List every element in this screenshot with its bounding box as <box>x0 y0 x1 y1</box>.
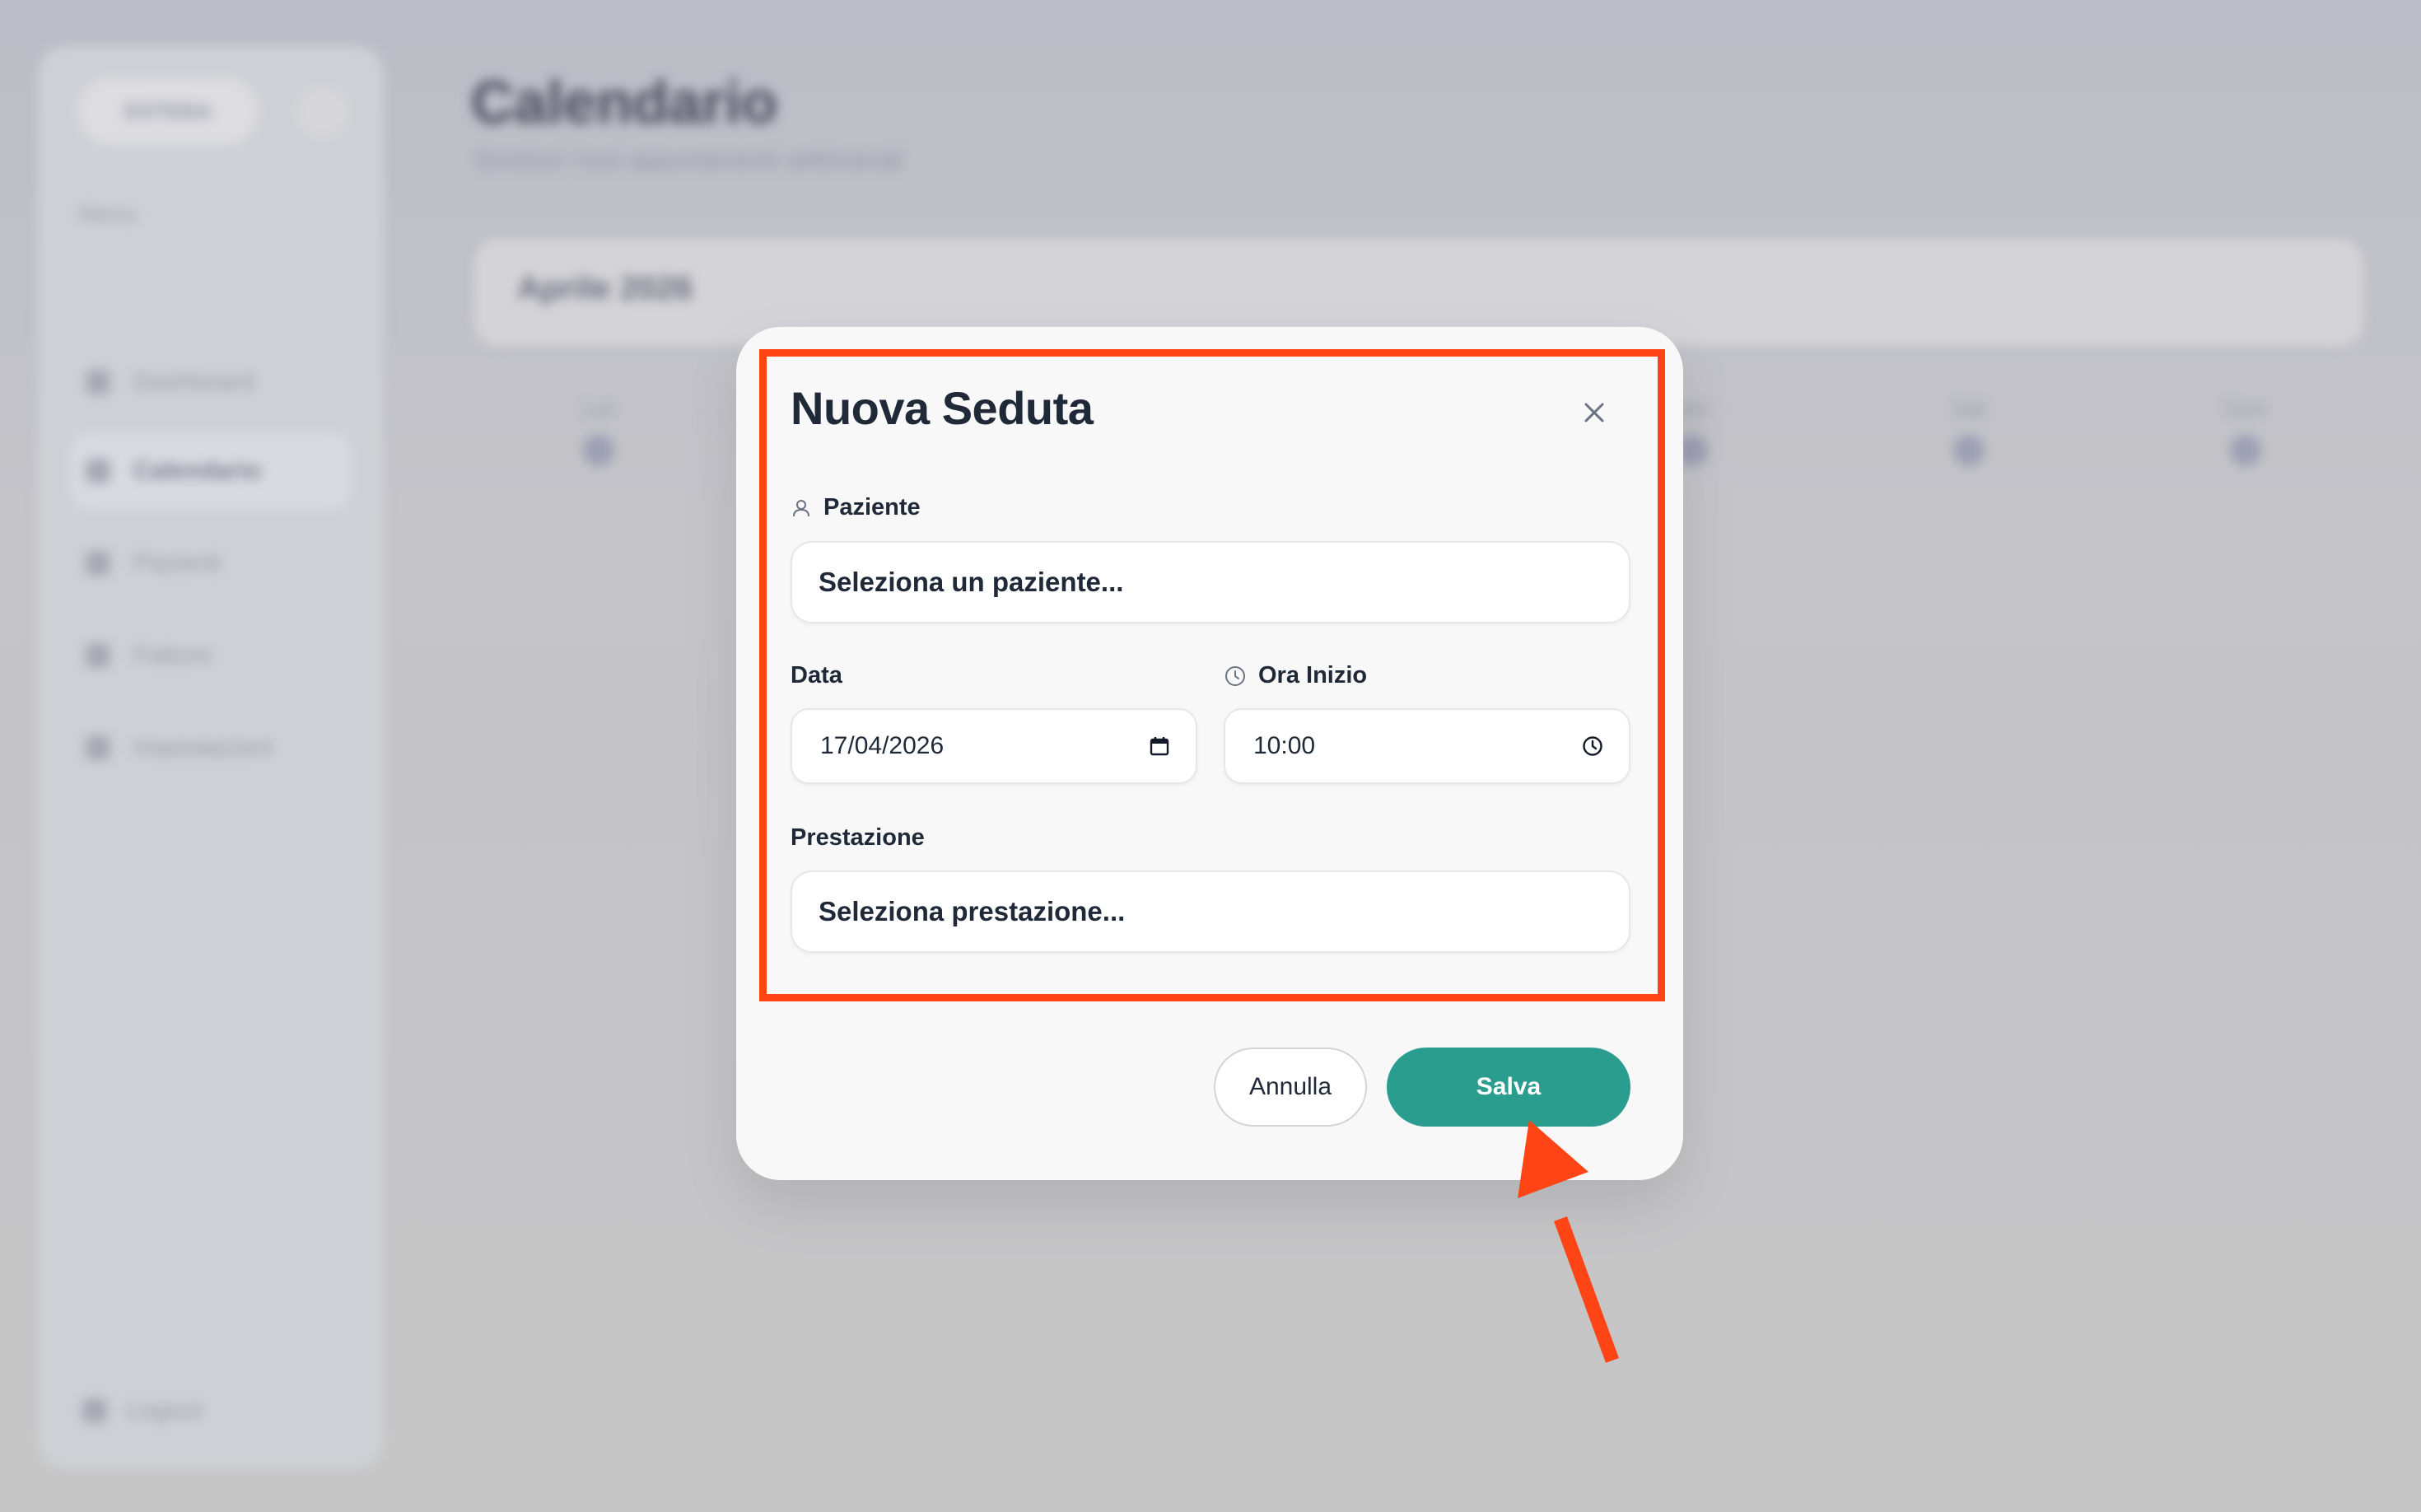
sidebar-item-label: Calendario <box>133 457 262 484</box>
patient-label: Paziente <box>823 494 921 520</box>
sidebar-toggle-button[interactable] <box>296 87 348 138</box>
date-label-row: Data <box>791 662 842 689</box>
page-title: Calendario <box>471 70 778 136</box>
patient-label-row: Paziente <box>791 494 921 521</box>
clock-icon <box>1225 665 1245 686</box>
date-input[interactable]: 17/04/2026 <box>791 708 1197 784</box>
invoice-icon <box>86 643 110 668</box>
time-label-row: Ora Inizio <box>1224 662 1367 689</box>
sidebar-item-impostazioni[interactable]: Impostazioni <box>71 710 351 786</box>
user-icon <box>793 499 809 516</box>
dashboard-icon <box>86 370 110 394</box>
sidebar-item-label: Pazienti <box>133 549 222 576</box>
new-session-dialog: Nuova Seduta Paziente Seleziona un pazie… <box>736 327 1683 1180</box>
logout-label: Logout <box>127 1397 203 1424</box>
save-button[interactable]: Salva <box>1387 1048 1630 1127</box>
users-icon <box>86 551 110 576</box>
date-label: Data <box>791 662 842 688</box>
start-time-input[interactable]: 10:00 <box>1224 708 1630 784</box>
patient-select[interactable]: Seleziona un paziente... <box>791 541 1630 623</box>
service-label: Prestazione <box>791 824 925 851</box>
sidebar-item-fatture[interactable]: Fatture <box>71 618 351 693</box>
app-logo: ESTEBA <box>77 77 259 145</box>
calendar-icon[interactable] <box>1148 735 1171 758</box>
sidebar-item-pazienti[interactable]: Pazienti <box>71 525 351 601</box>
sidebar-item-calendario[interactable]: Calendario <box>71 433 351 509</box>
service-label-row: Prestazione <box>791 824 925 852</box>
time-label: Ora Inizio <box>1258 662 1368 688</box>
cancel-button[interactable]: Annulla <box>1214 1048 1367 1127</box>
sidebar: ESTEBA Menu Dashboard Calendario Pazient… <box>38 46 384 1469</box>
day-column-header: Dom <box>2221 399 2270 466</box>
dialog-title: Nuova Seduta <box>791 382 1094 434</box>
day-column-header: Lun <box>574 399 623 466</box>
patient-select-value: Seleziona un paziente... <box>819 567 1124 597</box>
sidebar-section-label: Menu <box>79 201 138 226</box>
gear-icon <box>86 735 110 760</box>
service-select-value: Seleziona prestazione... <box>819 896 1126 926</box>
page-subtitle: Gestisci i tuoi appuntamenti settimanali <box>474 147 903 174</box>
sidebar-item-label: Fatture <box>133 642 212 669</box>
date-input-value: 17/04/2026 <box>820 732 945 759</box>
clock-icon[interactable] <box>1581 735 1604 758</box>
screen: ESTEBA Menu Dashboard Calendario Pazient… <box>0 0 2421 1512</box>
close-icon <box>1584 403 1604 422</box>
day-column-header: Sab <box>1944 399 1994 466</box>
month-label: Aprile 2026 <box>517 270 693 306</box>
calendar-icon <box>86 459 110 483</box>
logout-button[interactable]: Logout <box>82 1397 203 1425</box>
sidebar-item-label: Dashboard <box>133 368 254 395</box>
sidebar-item-label: Impostazioni <box>133 734 273 761</box>
close-button[interactable] <box>1576 394 1612 431</box>
sidebar-item-dashboard[interactable]: Dashboard <box>71 344 351 420</box>
service-select[interactable]: Seleziona prestazione... <box>791 870 1630 953</box>
logout-icon <box>82 1398 107 1423</box>
start-time-value: 10:00 <box>1253 732 1316 759</box>
